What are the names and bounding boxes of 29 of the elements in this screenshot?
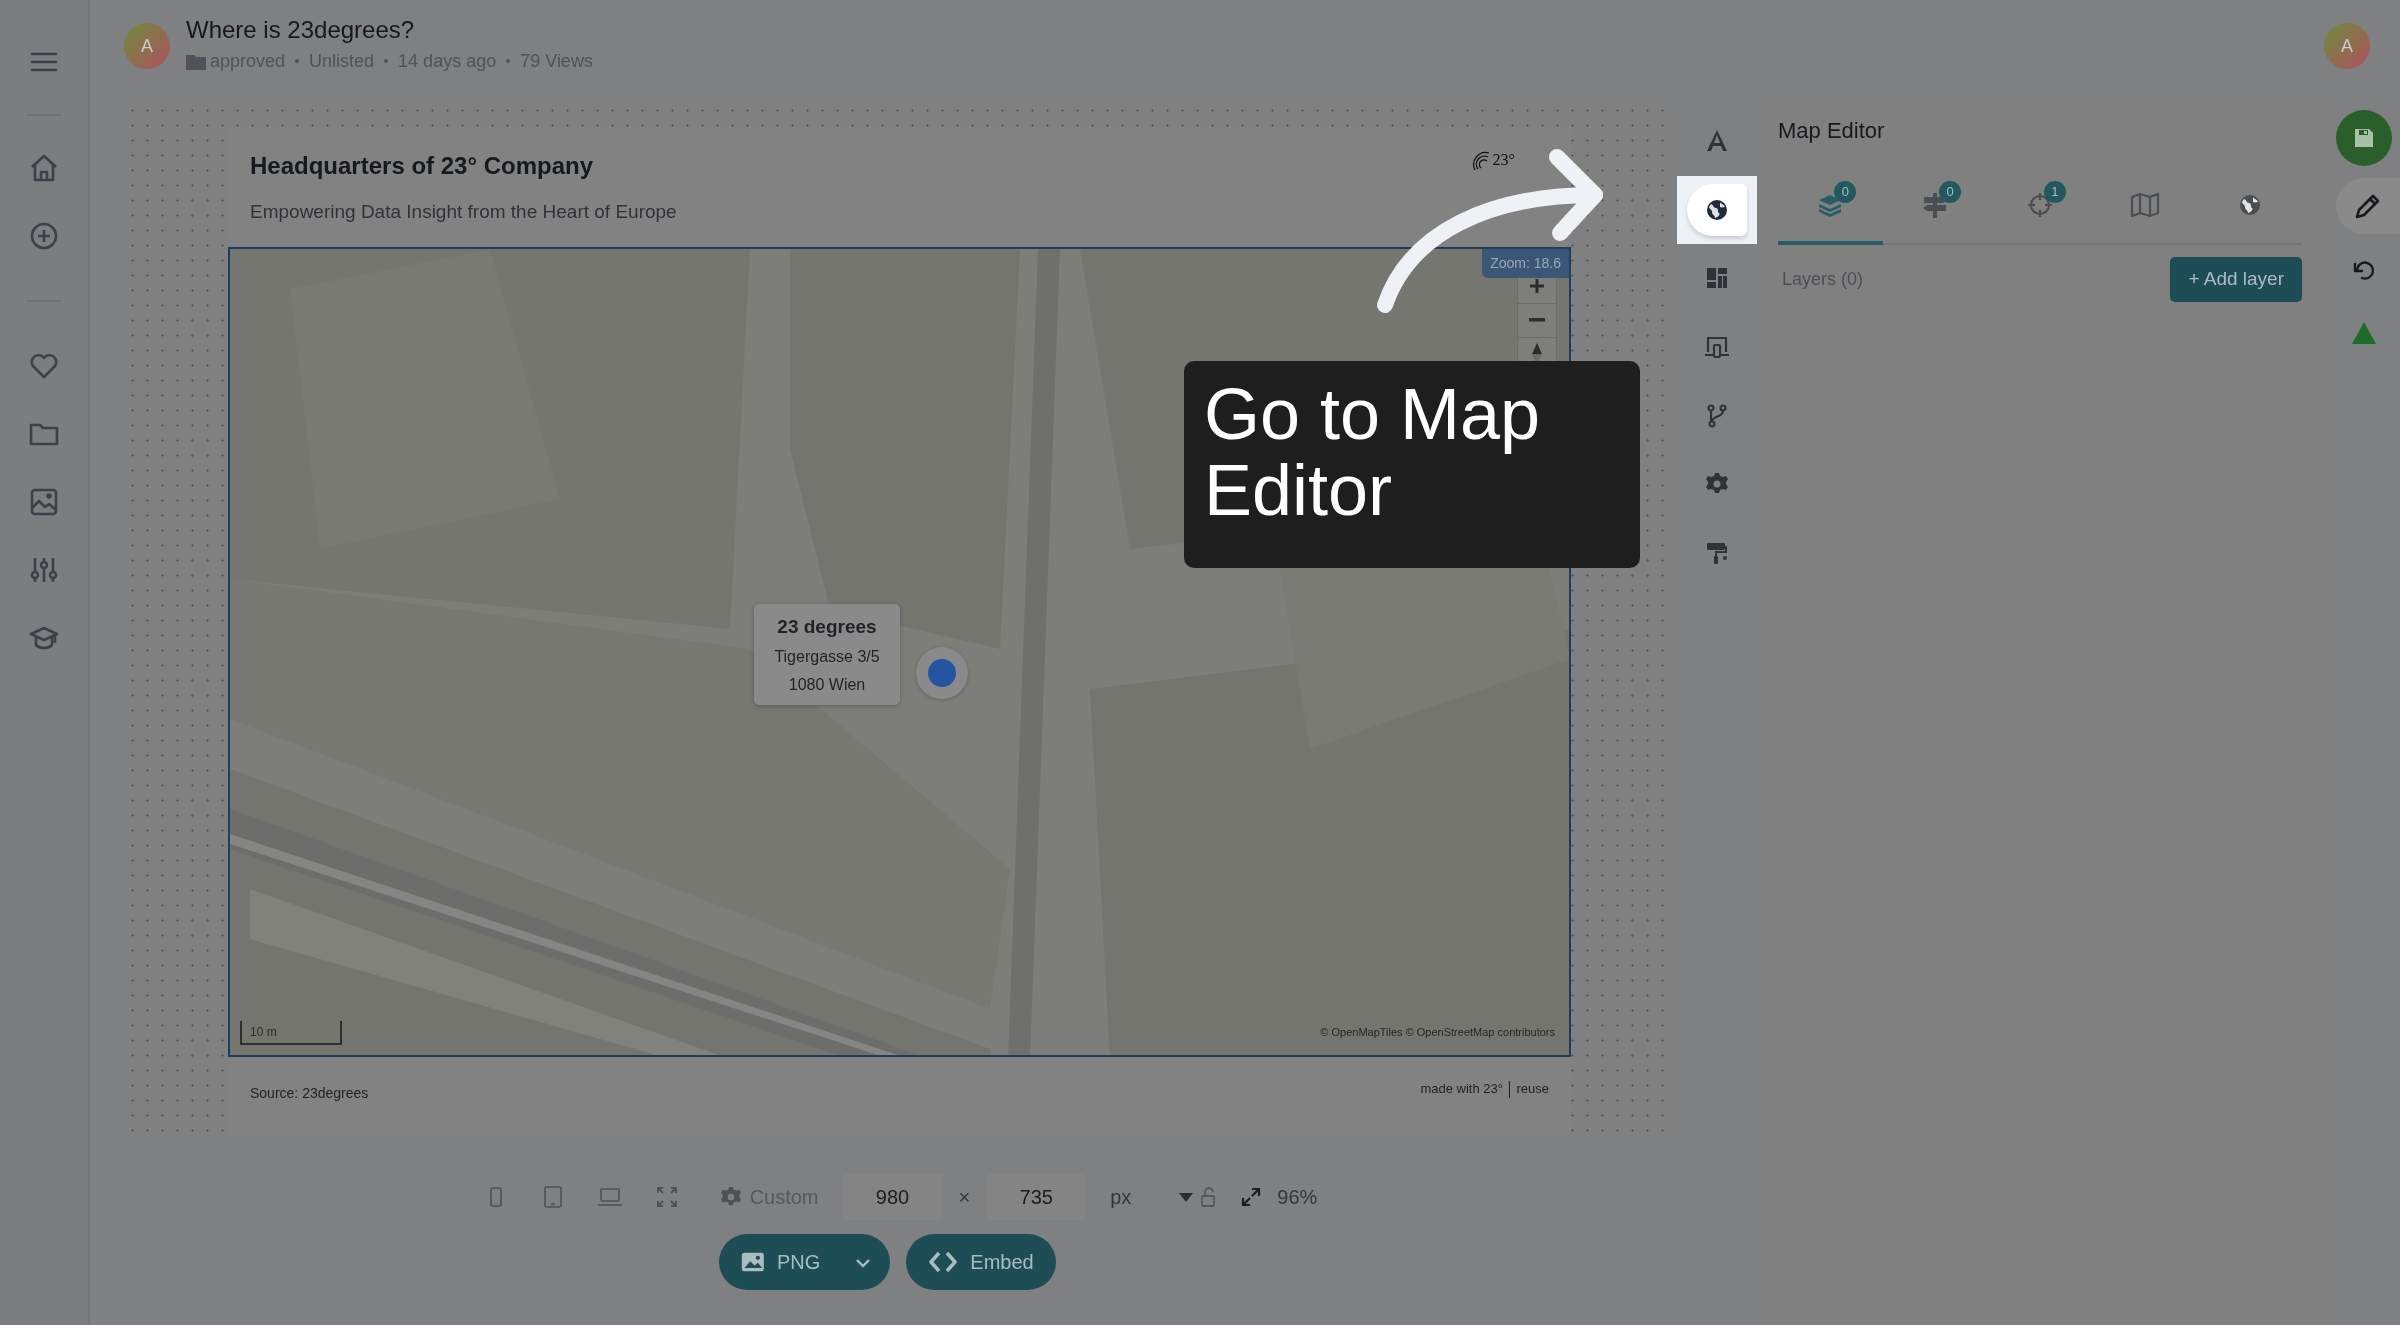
count-badge: 0 bbox=[1939, 181, 1962, 203]
scale-bar: 10 m bbox=[240, 1020, 342, 1045]
zoom-level-label: Zoom: 18.6 bbox=[1482, 248, 1569, 278]
chart-subtitle: Empowering Data Insight from the Heart of Europe bbox=[249, 200, 678, 224]
panel-title: Map Editor bbox=[1778, 117, 1886, 145]
embed-button[interactable]: Embed bbox=[906, 1234, 1056, 1290]
count-badge: 1 bbox=[2044, 181, 2066, 203]
zoom-percentage: 96% bbox=[1277, 1185, 1318, 1210]
tour-tooltip: Go to Map Editor bbox=[1184, 361, 1640, 568]
logo: 23° bbox=[1470, 148, 1515, 172]
user-avatar[interactable]: A bbox=[2324, 23, 2370, 69]
layers-tab[interactable]: 0 bbox=[1778, 169, 1883, 245]
target-tab[interactable]: 1 bbox=[1987, 169, 2093, 245]
add-layer-button[interactable]: + Add layer bbox=[2170, 257, 2302, 302]
chart-title: Headquarters of 23° Company bbox=[250, 151, 594, 181]
credit-text: made with 23° bbox=[1420, 1080, 1503, 1099]
unit-label: px bbox=[1110, 1185, 1132, 1210]
map-popup: 23 degrees Tigergasse 3/5 1080 Wien bbox=[754, 603, 900, 705]
attribution-text: © OpenMapTiles © OpenStreetMap contributors bbox=[1320, 1025, 1555, 1040]
page-title: Where is 23degrees? bbox=[186, 17, 416, 44]
height-input[interactable]: 735 bbox=[986, 1174, 1087, 1220]
reuse-link[interactable]: reuse bbox=[1516, 1079, 1549, 1099]
source-text: Source: 23degrees bbox=[250, 1083, 369, 1103]
png-export-button[interactable]: PNG bbox=[719, 1234, 891, 1290]
times-sign: × bbox=[958, 1185, 971, 1210]
signpost-tab[interactable]: 0 bbox=[1882, 169, 1988, 245]
count-badge: 0 bbox=[1834, 181, 1857, 203]
user-avatar[interactable]: A bbox=[124, 23, 170, 69]
width-input[interactable]: 980 bbox=[842, 1174, 943, 1220]
